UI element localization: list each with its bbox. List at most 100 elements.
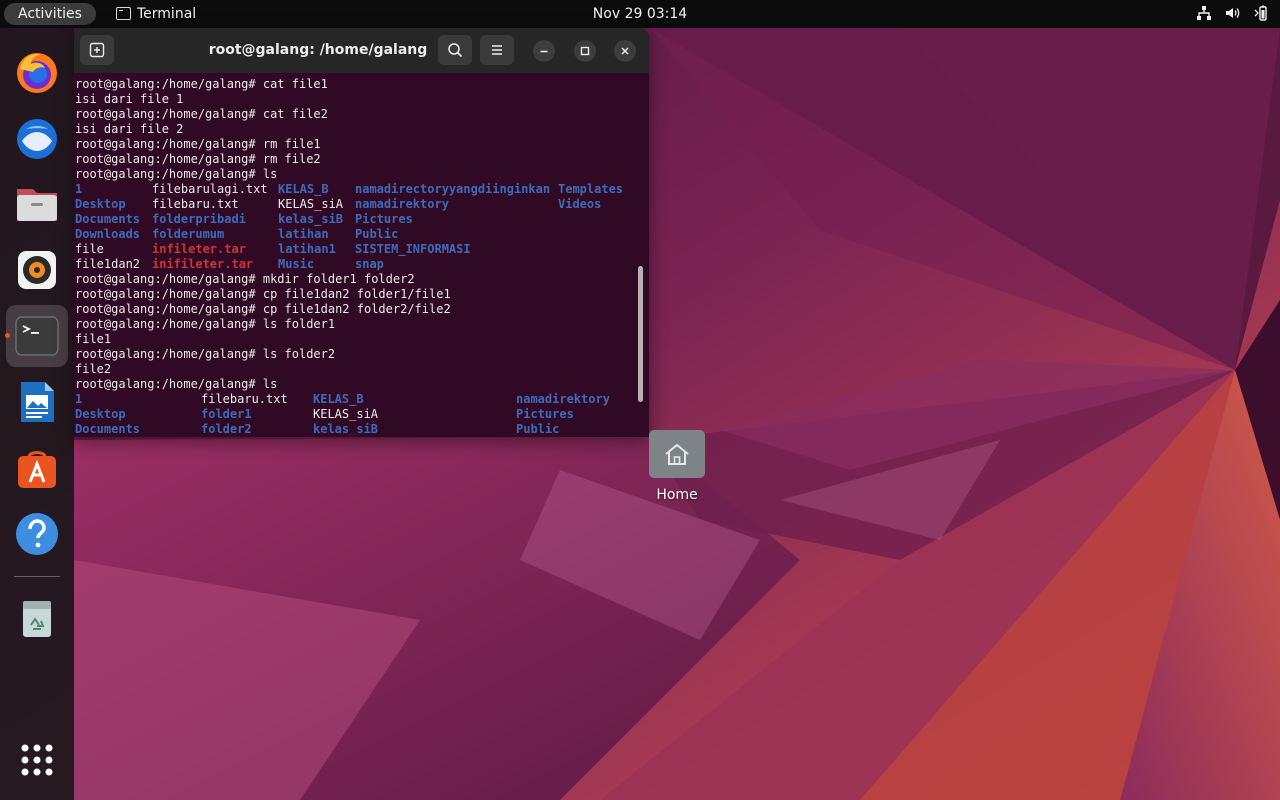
ls-entry: latihan	[278, 227, 329, 241]
terminal-line: root@galang:/home/galang# rm file2	[75, 152, 321, 166]
help-icon	[16, 513, 58, 555]
dock-separator	[14, 576, 60, 577]
terminal-line: root@galang:/home/galang# cat file2	[75, 107, 328, 121]
desktop-home-folder[interactable]: Home	[641, 430, 713, 510]
activities-button[interactable]: Activities	[4, 3, 96, 25]
ls-entry	[558, 227, 628, 242]
ls-entry: Documents	[75, 422, 141, 435]
new-tab-button[interactable]	[80, 35, 114, 65]
app-menu-label: Terminal	[137, 6, 197, 22]
ls-entry: namadirectoryyangdiinginkan	[355, 182, 551, 196]
ls-entry: Public	[516, 422, 560, 435]
hamburger-icon	[492, 45, 502, 55]
terminal-line: file2	[75, 362, 112, 376]
maximize-button[interactable]	[574, 40, 596, 62]
ls-entry	[558, 257, 628, 272]
terminal-line: root@galang:/home/galang# ls folder2	[75, 347, 336, 361]
ls-entry: inifileter.tar	[152, 257, 254, 271]
dock-writer[interactable]	[6, 371, 68, 433]
search-icon	[448, 43, 463, 58]
ls-entry: KELAS_siA	[278, 197, 344, 211]
close-button[interactable]	[614, 40, 636, 62]
ls-entry: kelas_siB	[278, 212, 344, 226]
ls-entry: file	[75, 242, 104, 256]
ls-entry: folderpribadi	[152, 212, 246, 226]
dock-trash[interactable]	[6, 587, 68, 649]
system-tray[interactable]	[1196, 5, 1268, 23]
terminal-line: root@galang:/home/galang# mkdir folder1 …	[75, 272, 415, 286]
terminal-output[interactable]: root@galang:/home/galang# cat file1 isi …	[75, 77, 635, 435]
ls-output-home-2: 1 filebaru.txt KELAS_B namadirektory Des…	[75, 392, 635, 435]
terminal-scrollbar[interactable]	[638, 266, 643, 402]
terminal-window[interactable]: root@galang: /home/galang root@galang:/h…	[74, 28, 649, 437]
minimize-button[interactable]	[533, 40, 555, 62]
dock-thunderbird[interactable]	[6, 107, 68, 169]
ls-entry: Videos	[558, 197, 602, 211]
app-center-icon	[18, 451, 56, 488]
close-icon	[621, 47, 629, 55]
terminal-line: isi dari file 2	[75, 122, 184, 136]
top-bar: Activities Terminal Nov 29 03:14	[0, 0, 1280, 28]
firefox-icon	[17, 53, 57, 93]
ls-entry: KELAS_siA	[313, 407, 379, 421]
ls-entry: filebaru.txt	[152, 197, 239, 211]
terminal-line: file1	[75, 332, 112, 346]
dock-help[interactable]	[6, 503, 68, 565]
dock-files[interactable]	[6, 173, 68, 235]
show-apps-button[interactable]	[6, 729, 68, 791]
terminal-line: isi dari file 1	[75, 92, 184, 106]
clock[interactable]: Nov 29 03:14	[593, 6, 687, 22]
ls-entry: namadirektory	[516, 392, 610, 406]
terminal-icon	[116, 7, 131, 20]
maximize-icon	[580, 46, 590, 56]
hamburger-menu-button[interactable]	[480, 35, 514, 65]
dock-firefox[interactable]	[6, 41, 68, 103]
ls-entry: Music	[278, 257, 315, 271]
writer-icon	[21, 382, 54, 422]
volume-icon	[1226, 8, 1240, 18]
ls-entry	[558, 212, 628, 227]
terminal-app-icon	[15, 316, 59, 356]
ls-entry: KELAS_B	[313, 392, 364, 406]
ls-entry: folder2	[201, 422, 252, 435]
dock-terminal[interactable]	[5, 305, 68, 367]
home-folder-icon	[649, 430, 705, 478]
minimize-icon	[540, 50, 548, 53]
running-indicator	[5, 333, 10, 338]
grid-icon	[21, 744, 53, 776]
terminal-line: root@galang:/home/galang# rm file1	[75, 137, 321, 151]
terminal-line: root@galang:/home/galang# cat file1	[75, 77, 328, 91]
terminal-headerbar[interactable]: root@galang: /home/galang	[74, 28, 649, 73]
terminal-line: root@galang:/home/galang# ls	[75, 377, 278, 391]
network-icon	[1197, 6, 1211, 20]
ls-entry: filebaru.txt	[201, 392, 288, 406]
terminal-line: root@galang:/home/galang# ls	[75, 167, 278, 181]
terminal-line: root@galang:/home/galang# cp file1dan2 f…	[75, 287, 451, 301]
dock-rhythmbox[interactable]	[6, 239, 68, 301]
rhythmbox-icon	[18, 251, 56, 289]
app-menu-terminal[interactable]: Terminal	[116, 0, 196, 28]
home-folder-label: Home	[656, 487, 698, 503]
ls-entry: Desktop	[75, 407, 126, 421]
ls-entry: 1	[75, 182, 83, 196]
ls-entry: infileter.tar	[152, 242, 246, 256]
ls-entry: KELAS_B	[278, 182, 329, 196]
ls-entry: SISTEM_INFORMASI	[355, 242, 471, 256]
ls-entry: latihan1	[278, 242, 336, 256]
ls-entry: Templates	[558, 182, 624, 196]
ls-entry: folderumum	[152, 227, 225, 241]
new-tab-icon	[89, 42, 105, 58]
ls-entry: Public	[355, 227, 399, 241]
battery-icon	[1254, 5, 1267, 21]
ls-entry: Pictures	[355, 212, 413, 226]
ls-entry: folder1	[201, 407, 252, 421]
search-button[interactable]	[438, 35, 472, 65]
thunderbird-icon	[17, 119, 57, 159]
window-title: root@galang: /home/galang	[208, 42, 428, 58]
ls-entry: Pictures	[516, 407, 574, 421]
terminal-line: root@galang:/home/galang# ls folder1	[75, 317, 336, 331]
ls-entry: 1	[75, 392, 83, 406]
ls-entry: Desktop	[75, 197, 126, 211]
ls-output-home: 1 filebarulagi.txt KELAS_B namadirectory…	[75, 182, 635, 272]
dock-app-center[interactable]	[6, 437, 68, 499]
